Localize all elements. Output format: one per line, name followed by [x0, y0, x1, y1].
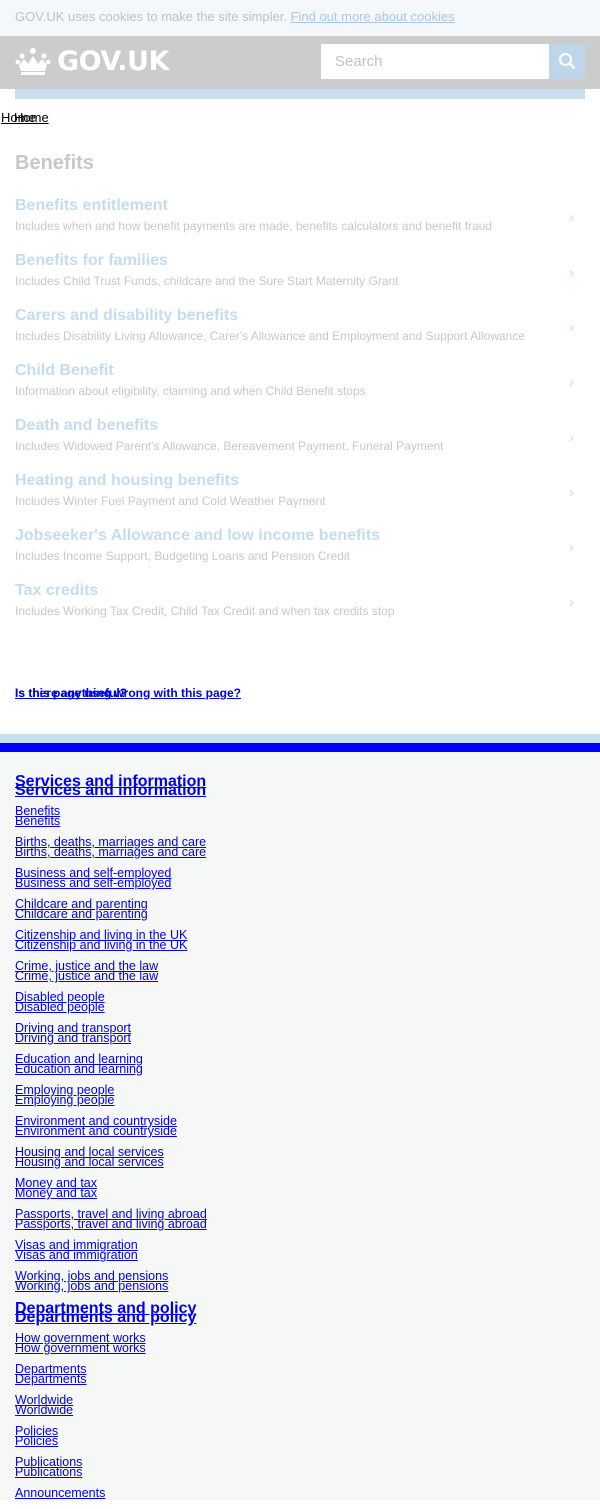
footer-service-link-duplicate[interactable]: Money and tax — [15, 1187, 97, 1200]
footer-service-link-duplicate[interactable]: Childcare and parenting — [15, 908, 148, 921]
footer-service-link-duplicate[interactable]: Driving and transport — [15, 1032, 131, 1045]
topic-item[interactable]: Jobseeker's Allowance and low income ben… — [15, 527, 585, 582]
chevron-right-icon: › — [569, 209, 574, 226]
footer-service-link-duplicate[interactable]: Visas and immigration — [15, 1249, 138, 1262]
topic-description: Includes Widowed Parent's Allowance, Ber… — [15, 439, 444, 453]
topic-description: Includes when and how benefit payments a… — [15, 219, 492, 233]
header-underline — [15, 89, 585, 99]
chevron-right-icon: › — [569, 374, 574, 391]
topic-title-link[interactable]: Death and benefits — [15, 417, 158, 435]
topic-description: Includes Disability Living Allowance, Ca… — [15, 329, 525, 343]
footer-service-link-duplicate[interactable]: Housing and local services — [15, 1156, 164, 1169]
services-heading-link-duplicate[interactable]: Services and information — [15, 783, 206, 799]
topic-title-link[interactable]: Heating and housing benefits — [15, 472, 239, 490]
footer-service-link-duplicate[interactable]: Benefits — [15, 815, 60, 828]
page-feedback: Is this page useful? Is there anything w… — [15, 686, 415, 702]
footer-department-link-duplicate[interactable]: Publications — [15, 1466, 82, 1479]
footer-divider — [0, 734, 600, 743]
crown-icon — [15, 47, 51, 77]
site-header: GOV.UK — [0, 36, 600, 89]
chevron-right-icon: › — [569, 264, 574, 281]
footer-department-link[interactable]: Announcements — [15, 1487, 105, 1500]
topic-description: Includes Income Support, Budgeting Loans… — [15, 549, 350, 563]
chevron-right-icon: › — [569, 484, 574, 501]
topic-item[interactable]: Death and benefits Includes Widowed Pare… — [15, 417, 585, 472]
topic-description: Includes Working Tax Credit, Child Tax C… — [15, 604, 395, 618]
topic-title-link[interactable]: Jobseeker's Allowance and low income ben… — [15, 527, 380, 545]
cookie-banner-content: GOV.UK uses cookies to make the site sim… — [15, 9, 455, 24]
govuk-logo-link[interactable]: GOV.UK — [15, 46, 169, 77]
cookie-message: GOV.UK uses cookies to make the site sim… — [15, 9, 287, 24]
footer-department-link-duplicate[interactable]: Worldwide — [15, 1404, 73, 1417]
site-footer: Services and information Services and in… — [0, 752, 600, 1500]
logo-text: GOV.UK — [57, 46, 169, 77]
topic-title-link[interactable]: Tax credits — [15, 582, 98, 600]
footer-department-link-duplicate[interactable]: Departments — [15, 1373, 87, 1386]
breadcrumb-home-link-duplicate[interactable]: Home — [14, 110, 49, 125]
departments-heading-link-duplicate[interactable]: Departments and policy — [15, 1310, 196, 1326]
footer-department-link-duplicate[interactable]: Policies — [15, 1435, 58, 1448]
footer-service-link-duplicate[interactable]: Births, deaths, marriages and care — [15, 846, 206, 859]
footer-service-link-duplicate[interactable]: Working, jobs and pensions — [15, 1280, 168, 1293]
page-title: Benefits — [15, 152, 94, 174]
topic-description: Information about eligibility, claiming … — [15, 384, 366, 398]
chevron-right-icon: › — [569, 539, 574, 556]
topic-title-link[interactable]: Carers and disability benefits — [15, 307, 238, 325]
cookie-banner: GOV.UK uses cookies to make the site sim… — [0, 0, 600, 36]
topic-item[interactable]: Heating and housing benefits Includes Wi… — [15, 472, 585, 527]
footer-service-link-duplicate[interactable]: Disabled people — [15, 1001, 105, 1014]
chevron-right-icon: › — [569, 594, 574, 611]
topic-item[interactable]: Benefits entitlement Includes when and h… — [15, 197, 585, 252]
topic-description: Includes Winter Fuel Payment and Cold We… — [15, 494, 326, 508]
topic-title-link[interactable]: Child Benefit — [15, 362, 114, 380]
footer-blue-bar — [0, 743, 600, 752]
topic-item[interactable]: Carers and disability benefits Includes … — [15, 307, 585, 362]
footer-service-link-duplicate[interactable]: Employing people — [15, 1094, 114, 1107]
search-button[interactable] — [549, 44, 585, 79]
footer-service-link-duplicate[interactable]: Crime, justice and the law — [15, 970, 158, 983]
topic-title-link[interactable]: Benefits entitlement — [15, 197, 168, 215]
topic-description: Includes Child Trust Funds, childcare an… — [15, 274, 399, 288]
footer-service-link-duplicate[interactable]: Citizenship and living in the UK — [15, 939, 187, 952]
breadcrumb: Home Home — [0, 110, 200, 126]
topic-item[interactable]: Benefits for families Includes Child Tru… — [15, 252, 585, 307]
footer-department-link-duplicate[interactable]: How government works — [15, 1342, 146, 1355]
footer-service-link-duplicate[interactable]: Education and learning — [15, 1063, 143, 1076]
footer-service-link-duplicate[interactable]: Passports, travel and living abroad — [15, 1218, 207, 1231]
footer-service-link-duplicate[interactable]: Business and self-employed — [15, 877, 171, 890]
chevron-right-icon: › — [569, 429, 574, 446]
cookie-info-link[interactable]: Find out more about cookies — [291, 9, 455, 24]
topic-item[interactable]: Child Benefit Information about eligibil… — [15, 362, 585, 417]
topic-list: Benefits entitlement Includes when and h… — [15, 197, 585, 637]
footer-service-link-duplicate[interactable]: Environment and countryside — [15, 1125, 177, 1138]
report-problem-link[interactable]: Is there anything wrong with this page? — [15, 686, 241, 700]
topic-title-link[interactable]: Benefits for families — [15, 252, 168, 270]
topic-item[interactable]: Tax credits Includes Working Tax Credit,… — [15, 582, 585, 637]
chevron-right-icon: › — [569, 319, 574, 336]
search-input[interactable] — [321, 44, 549, 79]
